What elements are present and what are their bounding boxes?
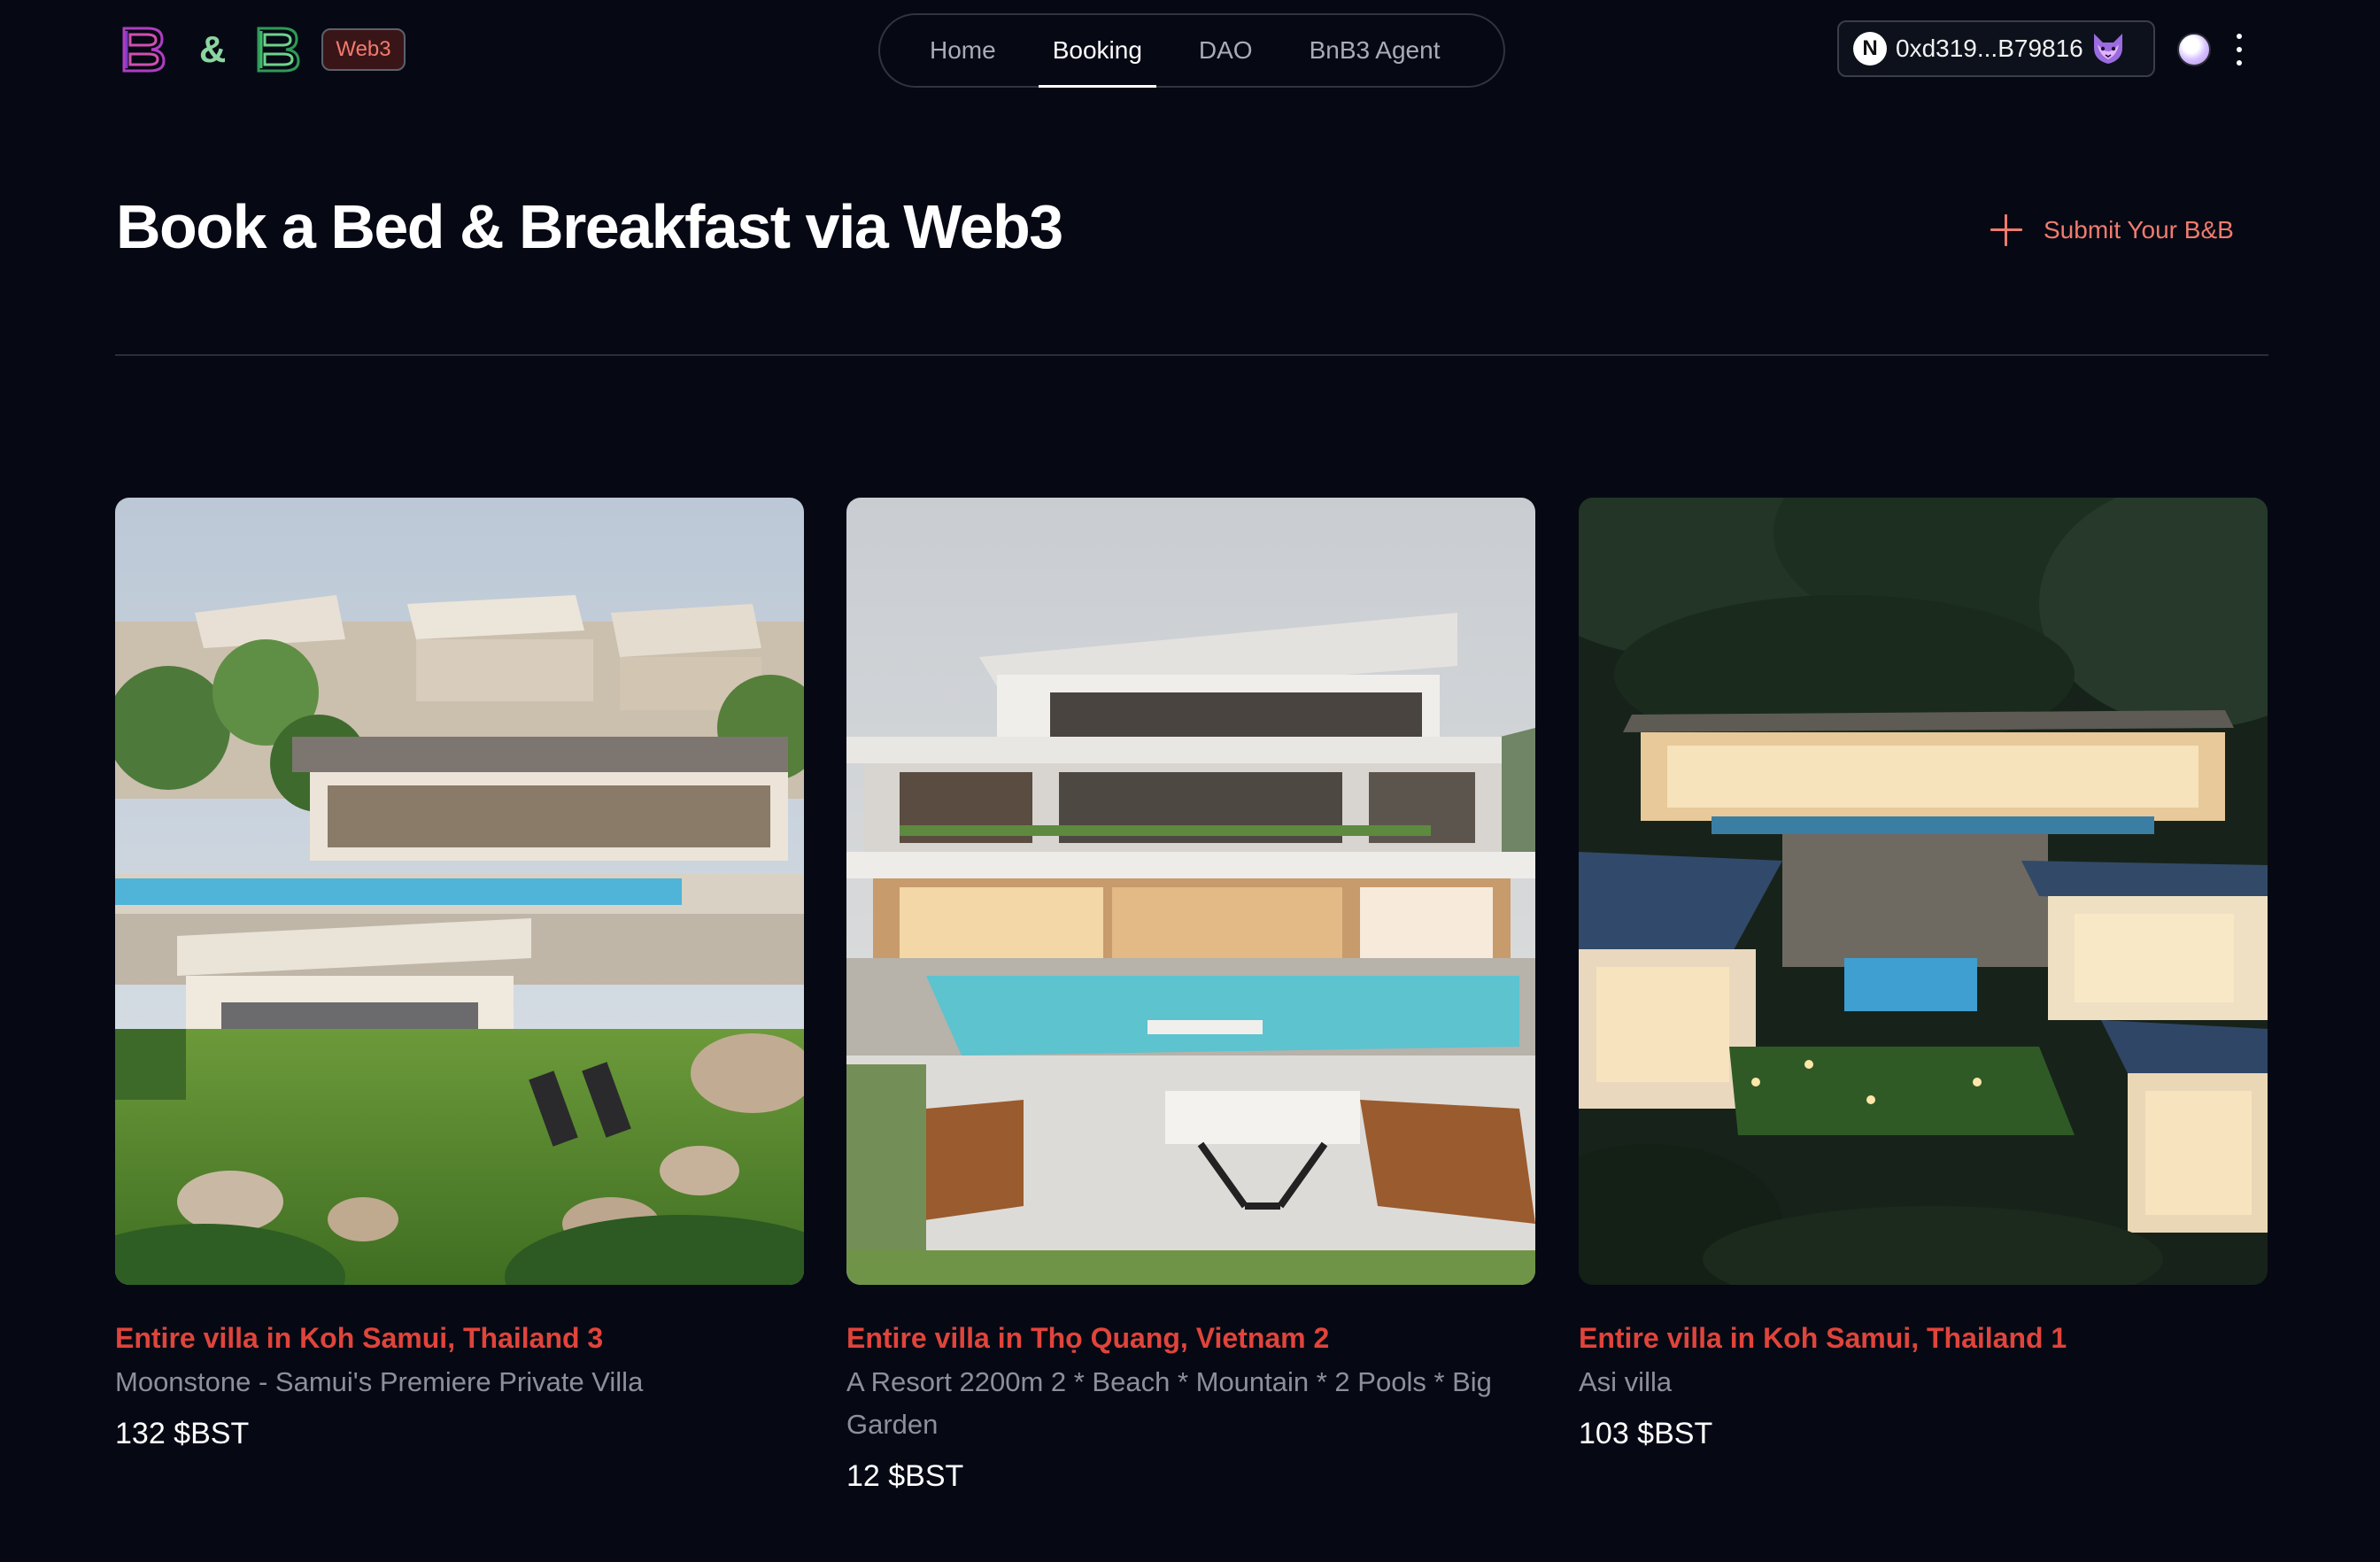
b-logo-magenta-icon [122,27,166,73]
listing-location[interactable]: Entire villa in Koh Samui, Thailand 1 [1579,1318,2268,1357]
plus-icon [1990,214,2022,246]
listing-price: 103 $BST [1579,1417,1713,1450]
nav-booking[interactable]: Booking [1038,13,1157,88]
listing-location[interactable]: Entire villa in Thọ Quang, Vietnam 2 [846,1318,1535,1357]
listing-location[interactable]: Entire villa in Koh Samui, Thailand 3 [115,1318,804,1357]
listing-photo[interactable] [846,498,1535,1285]
web3-badge: Web3 [321,28,406,71]
nav-dao[interactable]: DAO [1199,13,1253,88]
wallet-button[interactable]: N 0xd319...B79816 [1837,20,2155,77]
nav-bnb3-agent[interactable]: BnB3 Agent [1310,13,1441,88]
listing-card[interactable]: Entire villa in Thọ Quang, Vietnam 2 A R… [846,498,1535,1497]
kebab-icon[interactable] [2231,34,2247,66]
network-icon: N [1853,32,1887,66]
user-avatar[interactable] [2177,33,2211,66]
listing-card[interactable]: Entire villa in Koh Samui, Thailand 1 As… [1579,498,2268,1455]
submit-bnb-label: Submit Your B&B [2044,216,2234,244]
listing-price: 12 $BST [846,1459,964,1493]
wallet-address: 0xd319...B79816 [1896,35,2083,62]
listing-description: A Resort 2200m 2 * Beach * Mountain * 2 … [846,1366,1492,1440]
listing-photo[interactable] [1579,498,2268,1285]
logo-ampersand: & [199,28,227,70]
main-nav: Home Booking DAO BnB3 Agent [878,13,1505,88]
listing-card[interactable]: Entire villa in Koh Samui, Thailand 3 Mo… [115,498,804,1455]
page-title: Book a Bed & Breakfast via Web3 [116,192,1063,261]
booking-page: & Web3 Home Booking DAO BnB3 Agent N 0xd… [0,0,2380,1562]
b-logo-green-icon [257,27,300,73]
listing-photo[interactable] [115,498,804,1285]
listing-price: 132 $BST [115,1417,250,1450]
nav-home[interactable]: Home [930,13,996,88]
divider [115,354,2268,356]
submit-bnb-button[interactable]: Submit Your B&B [1990,211,2234,250]
listing-description: Moonstone - Samui's Premiere Private Vil… [115,1366,644,1397]
listing-description: Asi villa [1579,1366,1673,1397]
fox-icon [2093,34,2122,64]
brand-logo[interactable]: & Web3 [121,25,406,74]
